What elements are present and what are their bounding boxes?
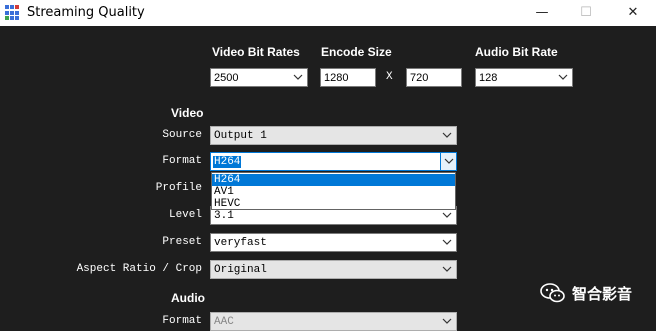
audio-bit-rate-header: Audio Bit Rate bbox=[475, 45, 558, 59]
level-value: 3.1 bbox=[214, 210, 234, 222]
audio-section-title: Audio bbox=[171, 291, 205, 305]
aspect-value: Original bbox=[214, 264, 267, 276]
chevron-down-icon bbox=[444, 158, 454, 164]
audio-bit-rate-select[interactable]: 128 bbox=[475, 68, 573, 87]
format-value: H264 bbox=[213, 156, 242, 168]
app-grid-icon bbox=[5, 5, 21, 21]
encode-height-input[interactable]: 720 bbox=[406, 68, 462, 87]
video-bit-rate-value: 2500 bbox=[214, 72, 239, 84]
encode-size-header: Encode Size bbox=[321, 45, 392, 59]
format-label: Format bbox=[162, 155, 202, 167]
close-button[interactable]: ✕ bbox=[613, 0, 653, 26]
wechat-bubbles-icon bbox=[540, 283, 565, 303]
chevron-down-icon bbox=[442, 132, 452, 138]
audio-format-label: Format bbox=[162, 315, 202, 327]
chevron-down-icon bbox=[558, 74, 568, 80]
source-select[interactable]: Output 1 bbox=[210, 126, 457, 145]
chevron-down-icon bbox=[442, 318, 452, 324]
encode-width-value: 1280 bbox=[324, 72, 349, 84]
preset-label: Preset bbox=[162, 236, 202, 248]
maximize-button[interactable]: ☐ bbox=[566, 0, 606, 26]
encode-width-input[interactable]: 1280 bbox=[320, 68, 376, 87]
size-separator: X bbox=[386, 71, 393, 83]
audio-bit-rate-value: 128 bbox=[479, 72, 498, 84]
format-select[interactable]: H264 bbox=[210, 152, 457, 171]
audio-format-value: AAC bbox=[214, 316, 234, 328]
dropdown-option-hevc[interactable]: HEVC bbox=[212, 198, 455, 210]
watermark-text: 智合影音 bbox=[572, 286, 633, 303]
video-section-title: Video bbox=[171, 106, 204, 120]
dropdown-option-h264[interactable]: H264 bbox=[212, 174, 455, 186]
chevron-down-icon bbox=[442, 212, 452, 218]
aspect-label: Aspect Ratio / Crop bbox=[76, 263, 202, 275]
minimize-button[interactable]: — bbox=[522, 0, 562, 26]
video-bit-rates-header: Video Bit Rates bbox=[212, 45, 300, 59]
encode-height-value: 720 bbox=[410, 72, 429, 84]
aspect-select[interactable]: Original bbox=[210, 260, 457, 279]
title-bar: Streaming Quality — ☐ ✕ bbox=[0, 0, 656, 26]
dropdown-option-av1[interactable]: AV1 bbox=[212, 186, 455, 198]
preset-value: veryfast bbox=[214, 237, 267, 249]
chevron-down-icon bbox=[442, 239, 452, 245]
source-label: Source bbox=[162, 129, 202, 141]
preset-select[interactable]: veryfast bbox=[210, 233, 457, 252]
chevron-down-icon bbox=[442, 266, 452, 272]
video-bit-rate-select[interactable]: 2500 bbox=[210, 68, 308, 87]
chevron-down-icon bbox=[293, 74, 303, 80]
format-dropdown-button[interactable] bbox=[440, 153, 456, 170]
window-title: Streaming Quality bbox=[27, 5, 145, 20]
profile-label: Profile bbox=[155, 182, 202, 194]
level-label: Level bbox=[168, 209, 202, 221]
source-value: Output 1 bbox=[214, 130, 267, 142]
format-dropdown-list: H264 AV1 HEVC bbox=[211, 172, 456, 210]
